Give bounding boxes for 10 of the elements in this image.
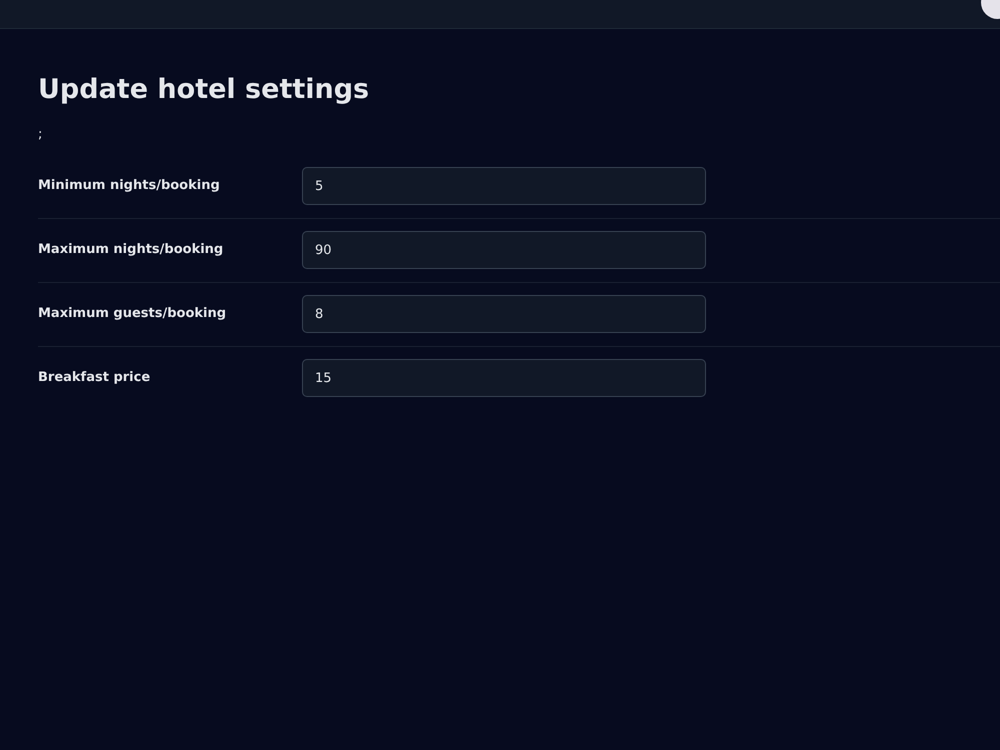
input-field[interactable]: 8 [302, 295, 706, 333]
field-label: Maximum guests/booking [38, 305, 228, 324]
field-label: Maximum nights/booking [38, 241, 224, 260]
input-field[interactable]: 15 [302, 359, 706, 397]
field-label: Minimum nights/booking [38, 177, 221, 196]
input-field[interactable]: 5 [302, 167, 706, 205]
field-label: Breakfast price [38, 369, 152, 388]
note-text: ; [38, 126, 42, 144]
input-field[interactable]: 90 [302, 231, 706, 269]
page-title: Update hotel settings [38, 73, 370, 107]
